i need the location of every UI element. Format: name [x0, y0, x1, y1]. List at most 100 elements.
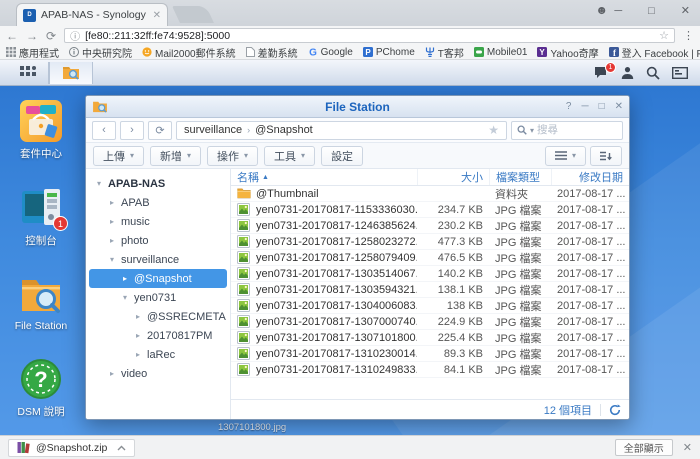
tree-item[interactable]: ▸ video: [89, 364, 227, 383]
file-row[interactable]: yen0731-20170817-1303594321.jpg 138.1 KB…: [231, 282, 629, 298]
refresh-icon[interactable]: [609, 403, 621, 416]
bookmark-item[interactable]: Mail2000郵件系統: [142, 45, 236, 59]
browser-minimize-button[interactable]: ─: [608, 3, 628, 19]
new-tab-button[interactable]: [172, 6, 214, 23]
tree-expand-icon[interactable]: ▸: [107, 236, 117, 245]
site-info-icon[interactable]: ⓘ: [70, 28, 80, 43]
tree-expand-icon[interactable]: ▸: [107, 198, 117, 207]
bookmark-item[interactable]: G Google: [308, 47, 353, 58]
tree-item[interactable]: ▸ @SSRECMETA: [89, 307, 227, 326]
toolbar-button[interactable]: 操作 ▾: [207, 145, 259, 166]
show-all-downloads-button[interactable]: 全部顯示: [614, 439, 673, 456]
tree-item[interactable]: ▸ @Snapshot: [89, 269, 227, 288]
forward-icon[interactable]: →: [26, 30, 38, 42]
window-maximize-icon[interactable]: □: [599, 101, 605, 112]
file-row[interactable]: yen0731-20170817-1153336030.jpg 234.7 KB…: [231, 202, 629, 218]
bookmark-item[interactable]: f 登入 Facebook | Fac: [608, 45, 700, 59]
tree-expand-icon[interactable]: ▸: [107, 217, 117, 226]
user-account-icon[interactable]: [621, 66, 634, 79]
bookmark-star-icon[interactable]: ☆: [659, 29, 669, 42]
main-menu-button[interactable]: [8, 61, 49, 84]
tree-item[interactable]: ▸ photo: [89, 231, 227, 250]
window-help-icon[interactable]: ?: [566, 101, 572, 112]
desktop-icon[interactable]: 套件中心: [0, 100, 82, 161]
file-row[interactable]: yen0731-20170817-1258079409.jpg 476.5 KB…: [231, 250, 629, 266]
file-row[interactable]: yen0731-20170817-1246385624.jpg 230.2 KB…: [231, 218, 629, 234]
column-header-name[interactable]: 名稱 ▲: [231, 169, 417, 185]
search-input[interactable]: [537, 124, 598, 136]
search-icon[interactable]: [646, 66, 660, 80]
window-titlebar[interactable]: File Station ? ─ □ ✕: [86, 96, 629, 118]
widgets-icon[interactable]: [672, 66, 688, 79]
tree-item[interactable]: ▾ yen0731: [89, 288, 227, 307]
url-bar[interactable]: ⓘ [fe80::211:32ff:fe74:9528]:5000 ☆: [64, 28, 675, 43]
tree-expand-icon[interactable]: ▾: [94, 179, 104, 188]
tree-expand-icon[interactable]: ▸: [133, 350, 143, 359]
tree-expand-icon[interactable]: ▸: [133, 331, 143, 340]
desktop-icon[interactable]: File Station: [0, 274, 82, 332]
notifications-icon[interactable]: 1: [594, 62, 616, 79]
tree-expand-icon[interactable]: ▸: [107, 369, 117, 378]
file-row[interactable]: yen0731-20170817-1307101800.jpg 225.4 KB…: [231, 330, 629, 346]
bookmark-item[interactable]: 差勤系統: [245, 45, 298, 59]
taskbar-file-station-button[interactable]: [49, 61, 93, 84]
tree-item[interactable]: ▸ laRec: [89, 345, 227, 364]
window-close-icon[interactable]: ✕: [615, 101, 623, 112]
breadcrumb-item[interactable]: surveillance: [184, 124, 242, 136]
desktop-shortcut-label[interactable]: 1307101800.jpg: [218, 422, 286, 433]
toolbar-button[interactable]: 新增 ▾: [150, 145, 202, 166]
downloads-bar-close-icon[interactable]: ✕: [683, 441, 692, 454]
tab-close-icon[interactable]: ✕: [153, 10, 161, 21]
column-header-size[interactable]: 大小: [417, 169, 489, 185]
desktop-icon[interactable]: 1 控制台: [0, 187, 82, 248]
file-row[interactable]: yen0731-20170817-1304006083.jpg 138 KB J…: [231, 298, 629, 314]
sort-button[interactable]: [590, 145, 622, 166]
bookmark-item[interactable]: P PChome: [362, 47, 415, 58]
view-mode-button[interactable]: ▾: [544, 145, 586, 166]
toolbar-button[interactable]: 設定: [321, 145, 364, 166]
window-minimize-icon[interactable]: ─: [581, 101, 588, 112]
tree-item[interactable]: ▸ music: [89, 212, 227, 231]
tree-item[interactable]: ▸ APAB: [89, 193, 227, 212]
nav-refresh-button[interactable]: ⟳: [148, 120, 172, 140]
desktop-icon[interactable]: ? DSM 說明: [0, 358, 82, 419]
browser-profile-icon[interactable]: ☻: [595, 3, 608, 17]
tree-item[interactable]: ▸ 20170817PM: [89, 326, 227, 345]
bookmark-item[interactable]: Y Yahoo奇摩: [537, 45, 599, 59]
file-row[interactable]: @Thumbnail 資料夾 2017-08-17 ...: [231, 186, 629, 202]
toolbar-button[interactable]: 上傳 ▾: [93, 145, 145, 166]
breadcrumb-item[interactable]: @Snapshot: [255, 124, 313, 136]
browser-tab[interactable]: D APAB-NAS - Synology ✕: [16, 3, 168, 26]
tree-item[interactable]: ▾ surveillance: [89, 250, 227, 269]
bookmark-item[interactable]: Mobile01: [473, 47, 527, 58]
back-icon[interactable]: ←: [6, 30, 18, 42]
file-row[interactable]: yen0731-20170817-1310230014.jpg 89.3 KB …: [231, 346, 629, 362]
bookmark-item[interactable]: 中央研究院: [69, 45, 132, 59]
tree-item[interactable]: ▾ APAB-NAS: [89, 174, 227, 193]
url-text[interactable]: [fe80::211:32ff:fe74:9528]:5000: [85, 30, 654, 42]
bookmark-item[interactable]: T客邦: [425, 45, 464, 59]
reload-icon[interactable]: ⟳: [46, 30, 56, 42]
column-header-date[interactable]: 修改日期: [551, 169, 629, 185]
download-menu-chevron-icon[interactable]: [117, 445, 126, 451]
search-box[interactable]: ▾: [511, 120, 623, 140]
bookmark-item[interactable]: 應用程式: [6, 45, 59, 59]
tree-expand-icon[interactable]: ▾: [120, 293, 130, 302]
toolbar-button[interactable]: 工具 ▾: [264, 145, 316, 166]
download-item[interactable]: @Snapshot.zip: [8, 438, 136, 457]
browser-maximize-button[interactable]: □: [642, 3, 661, 19]
browser-menu-icon[interactable]: ⋮: [683, 29, 694, 42]
browser-close-button[interactable]: ✕: [675, 2, 696, 19]
column-header-type[interactable]: 檔案類型: [489, 169, 551, 185]
file-row[interactable]: yen0731-20170817-1310249833.jpg 84.1 KB …: [231, 362, 629, 378]
tree-expand-icon[interactable]: ▾: [107, 255, 117, 264]
file-row[interactable]: yen0731-20170817-1307000740.jpg 224.9 KB…: [231, 314, 629, 330]
search-scope-caret-icon[interactable]: ▾: [530, 126, 534, 135]
favorite-star-icon[interactable]: ★: [488, 123, 499, 137]
nav-back-button[interactable]: ‹: [92, 120, 116, 140]
tree-expand-icon[interactable]: ▸: [133, 312, 143, 321]
nav-forward-button[interactable]: ›: [120, 120, 144, 140]
file-row[interactable]: yen0731-20170817-1258023272.jpg 477.3 KB…: [231, 234, 629, 250]
file-row[interactable]: yen0731-20170817-1303514067.jpg 140.2 KB…: [231, 266, 629, 282]
tree-expand-icon[interactable]: ▸: [120, 274, 130, 283]
